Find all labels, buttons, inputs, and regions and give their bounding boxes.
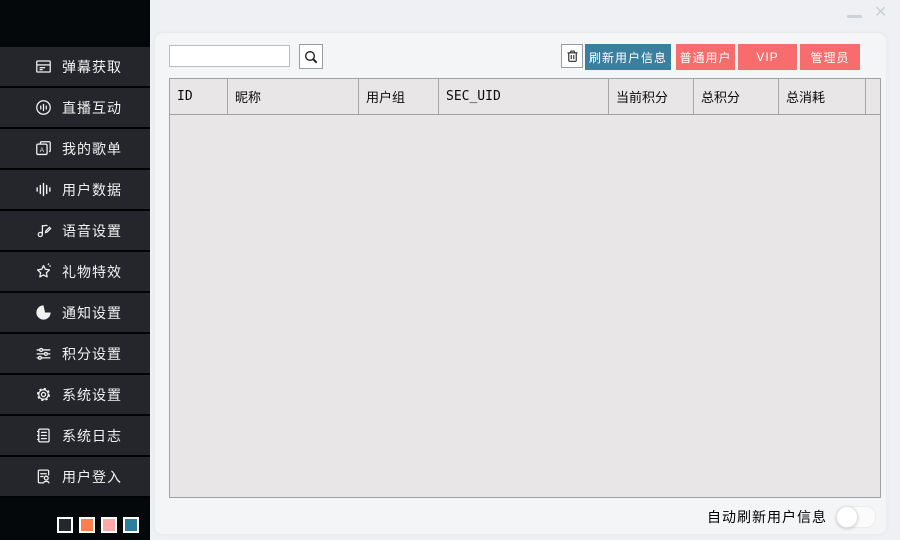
table-body [170,115,880,497]
danmaku-icon [34,57,53,76]
table-header-id: ID [170,79,228,114]
notification-settings-icon [34,303,53,322]
sidebar-item-label: 系统日志 [62,426,122,446]
table-header-user-group: 用户组 [359,79,439,114]
sidebar-nav: 弹幕获取 直播互动 A 我的歌单 [0,47,150,498]
auto-refresh-row: 自动刷新用户信息 [707,506,876,528]
refresh-user-info-button[interactable]: 刷新用户信息 [585,44,671,70]
sidebar-item-user-data[interactable]: 用户数据 [0,170,150,211]
search-button[interactable] [299,44,323,69]
sidebar-item-label: 用户登入 [62,467,122,487]
sidebar-item-gift-effects[interactable]: 礼物特效 [0,252,150,293]
trash-icon [565,48,580,64]
voice-settings-icon [34,221,53,240]
my-playlist-icon: A [34,139,53,158]
sidebar-item-user-login[interactable]: 用户登入 [0,457,150,498]
delete-button[interactable] [561,44,583,68]
theme-swatches [57,517,139,533]
search-input[interactable] [169,45,290,67]
sidebar-item-danmaku[interactable]: 弹幕获取 [0,47,150,88]
table-header-row: ID 昵称 用户组 SEC_UID 当前积分 总积分 总消耗 [170,79,880,115]
minimize-icon[interactable] [847,15,862,18]
user-table: ID 昵称 用户组 SEC_UID 当前积分 总积分 总消耗 [169,78,881,498]
filter-admin-button[interactable]: 管理员 [800,44,860,70]
filter-normal-user-button[interactable]: 普通用户 [676,44,735,70]
theme-swatch-pink[interactable] [101,517,117,533]
sidebar-item-system-log[interactable]: 系统日志 [0,416,150,457]
toggle-knob [836,506,858,528]
filter-vip-button[interactable]: VIP [738,44,797,70]
points-settings-icon [34,344,53,363]
sidebar-item-label: 通知设置 [62,303,122,323]
sidebar-item-label: 用户数据 [62,180,122,200]
sidebar-item-system-settings[interactable]: 系统设置 [0,375,150,416]
table-header-total-points: 总积分 [694,79,779,114]
table-header-sec-uid: SEC_UID [439,79,609,114]
table-header-current-points: 当前积分 [609,79,694,114]
sidebar-item-label: 语音设置 [62,221,122,241]
user-data-icon [34,180,53,199]
user-login-icon [34,467,53,486]
sidebar-item-label: 积分设置 [62,344,122,364]
main-panel: 刷新用户信息 普通用户 VIP 管理员 ID 昵称 用户组 SEC_UID 当前… [155,33,886,534]
sidebar-item-my-playlist[interactable]: A 我的歌单 [0,129,150,170]
auto-refresh-label: 自动刷新用户信息 [707,507,827,527]
theme-swatch-teal[interactable] [123,517,139,533]
sidebar-item-label: 系统设置 [62,385,122,405]
gift-effects-icon [34,262,53,281]
live-interaction-icon [34,98,53,117]
system-settings-icon [34,385,53,404]
auto-refresh-toggle[interactable] [836,506,876,528]
sidebar-item-label: 我的歌单 [62,139,122,159]
system-log-icon [34,426,53,445]
search-icon [303,49,319,65]
table-header-empty [866,79,880,114]
sidebar-item-label: 弹幕获取 [62,57,122,77]
sidebar-item-notification-settings[interactable]: 通知设置 [0,293,150,334]
sidebar: 弹幕获取 直播互动 A 我的歌单 [0,0,150,540]
sidebar-item-label: 直播互动 [62,98,122,118]
sidebar-item-live-interaction[interactable]: 直播互动 [0,88,150,129]
svg-text:A: A [40,147,45,154]
theme-swatch-dark[interactable] [57,517,73,533]
theme-swatch-orange[interactable] [79,517,95,533]
table-header-nickname: 昵称 [228,79,359,114]
close-icon[interactable]: ✕ [874,5,887,21]
sidebar-item-label: 礼物特效 [62,262,122,282]
table-header-total-consumed: 总消耗 [779,79,866,114]
sidebar-item-voice-settings[interactable]: 语音设置 [0,211,150,252]
sidebar-item-points-settings[interactable]: 积分设置 [0,334,150,375]
